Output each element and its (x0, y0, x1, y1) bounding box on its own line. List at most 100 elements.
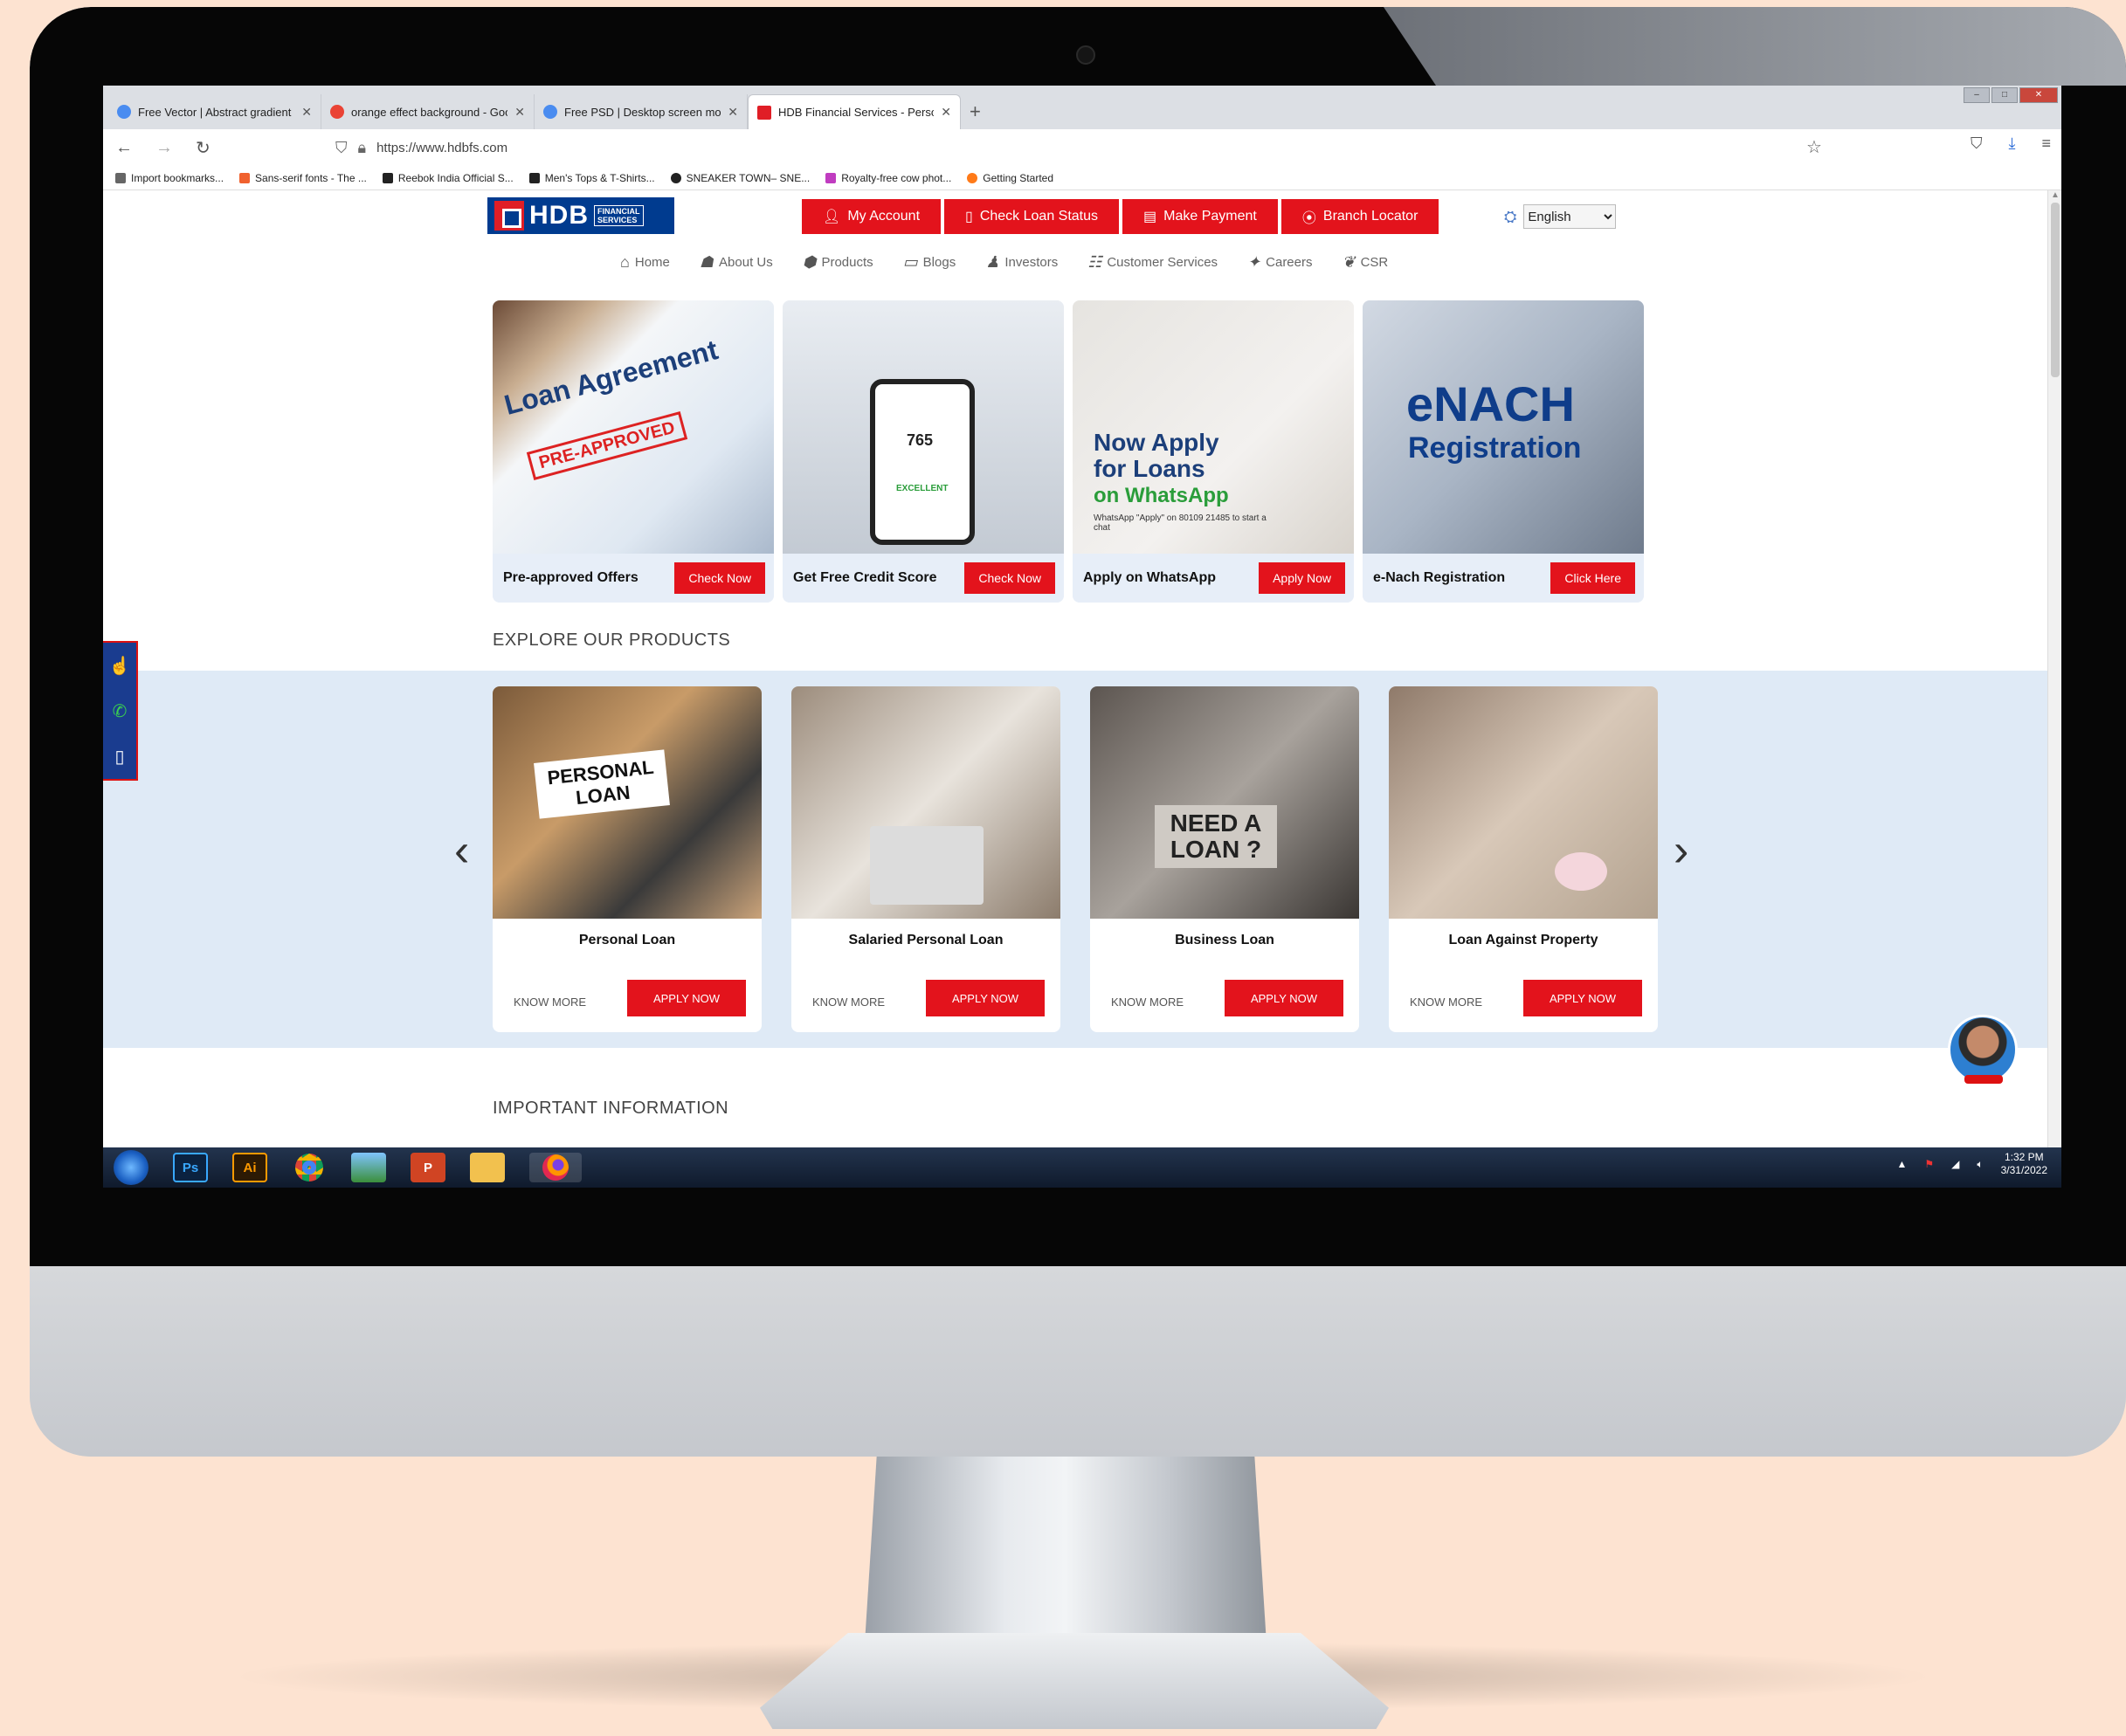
url-text: https://www.hdbfs.com (376, 140, 508, 155)
banner-pre-approved[interactable]: Loan Agreement PRE-APPROVED Pre-approved… (493, 300, 774, 603)
tab-favicon-icon (330, 105, 344, 119)
browser-tab-active[interactable]: HDB Financial Services - Person ✕ (748, 94, 961, 129)
know-more-link[interactable]: KNOW MORE (812, 995, 885, 1009)
tab-title: orange effect background - Goo (351, 105, 508, 119)
scrollbar-thumb[interactable] (2051, 203, 2060, 377)
apply-now-button[interactable]: Apply Now (1259, 562, 1345, 594)
system-tray: ▲ ⚑ ◢ 🔈︎ 1:32 PM 3/31/2022 (1897, 1151, 2047, 1177)
nav-item-careers[interactable]: ✦ Careers (1247, 253, 1312, 272)
branch-locator-button[interactable]: ⦿ Branch Locator (1280, 199, 1439, 234)
tab-close-icon[interactable]: ✕ (728, 105, 738, 120)
career-icon: ✦ (1247, 253, 1261, 271)
chevron-right-icon[interactable]: › (1674, 824, 1688, 877)
illustrator-taskbar-icon[interactable]: Ai (232, 1153, 267, 1182)
check-now-button[interactable]: Check Now (964, 562, 1055, 594)
pocket-icon[interactable]: ⛉ (1971, 134, 1983, 153)
apply-now-button[interactable]: APPLY NOW (926, 980, 1045, 1016)
product-card[interactable]: NEED A LOAN ? Business Loan KNOW MORE AP… (1090, 686, 1359, 1032)
windows-taskbar: Ps Ai P ▲ ⚑ ◢ 🔈︎ 1:32 PM 3/31/2022 (103, 1147, 2061, 1188)
click-here-button[interactable]: Click Here (1550, 562, 1635, 594)
know-more-link[interactable]: KNOW MORE (1111, 995, 1184, 1009)
logo-mark-icon (494, 201, 524, 231)
nav-item-home[interactable]: ⌂ Home (620, 253, 670, 272)
apply-now-button[interactable]: APPLY NOW (1523, 980, 1642, 1016)
banner-enach[interactable]: eNACH Registration e-Nach Registration C… (1363, 300, 1644, 603)
photoshop-taskbar-icon[interactable]: Ps (173, 1153, 208, 1182)
clock[interactable]: 1:32 PM 3/31/2022 (2001, 1151, 2047, 1177)
banner-art-text: on WhatsApp (1094, 484, 1229, 507)
bookmark-item[interactable]: Getting Started (967, 172, 1053, 184)
hdb-logo[interactable]: HDB FINANCIAL SERVICES (487, 197, 674, 234)
volume-icon[interactable]: 🔈︎ (1977, 1158, 1983, 1171)
bookmark-item[interactable]: Import bookmarks... (115, 172, 224, 184)
tab-title: Free Vector | Abstract gradient (138, 105, 292, 119)
bookmark-item[interactable]: Sans-serif fonts - The ... (239, 172, 367, 184)
forward-icon[interactable]: → (155, 138, 173, 158)
banner-credit-score[interactable]: 765 EXCELLENT Get Free Credit Score Chec… (783, 300, 1064, 603)
product-image (791, 686, 1060, 919)
bookmark-item[interactable]: Reebok India Official S... (382, 172, 514, 184)
photos-taskbar-icon[interactable] (351, 1153, 386, 1182)
browser-tab[interactable]: Free Vector | Abstract gradient ✕ (108, 94, 321, 129)
product-card[interactable]: Salaried Personal Loan KNOW MORE APPLY N… (791, 686, 1060, 1032)
check-now-button[interactable]: Check Now (674, 562, 765, 594)
start-button[interactable] (114, 1150, 148, 1185)
products-carousel: ‹ › PERSONAL LOAN Personal Loan KNOW MOR… (103, 671, 2047, 1048)
whatsapp-icon[interactable]: ✆ (113, 700, 128, 722)
know-more-link[interactable]: KNOW MORE (1410, 995, 1482, 1009)
close-window-button[interactable]: ✕ (2019, 87, 2058, 103)
apply-now-button[interactable]: APPLY NOW (627, 980, 746, 1016)
document-icon: ▯ (965, 210, 973, 224)
bookmark-item[interactable]: Men's Tops & T-Shirts... (528, 172, 655, 184)
nav-item-investors[interactable]: ♟ Investors (985, 253, 1058, 272)
tab-close-icon[interactable]: ✕ (301, 105, 312, 120)
language-select[interactable]: English (1523, 204, 1617, 229)
nav-item-csr[interactable]: ❦ CSR (1343, 253, 1389, 272)
download-icon[interactable]: ⤓ (2009, 134, 2016, 153)
product-card[interactable]: Loan Against Property KNOW MORE APPLY NO… (1389, 686, 1658, 1032)
address-bar[interactable]: ⛉ 🔒︎ https://www.hdbfs.com (335, 134, 1471, 161)
tab-close-icon[interactable]: ✕ (941, 105, 951, 120)
reload-icon[interactable]: ↻ (196, 137, 211, 159)
make-payment-button[interactable]: ▤ Make Payment (1122, 199, 1278, 234)
menu-icon[interactable]: ≡ (2041, 134, 2051, 153)
chrome-taskbar-icon[interactable] (292, 1153, 327, 1182)
bookmark-star-icon[interactable]: ☆ (1806, 136, 1822, 158)
product-card[interactable]: PERSONAL LOAN Personal Loan KNOW MORE AP… (493, 686, 762, 1032)
nav-item-customer-services[interactable]: ☷ Customer Services (1087, 253, 1218, 272)
shield-icon: ⛉ (335, 138, 348, 156)
browser-tab[interactable]: Free PSD | Desktop screen moc ✕ (535, 94, 748, 129)
check-loan-status-button[interactable]: ▯ Check Loan Status (944, 199, 1120, 234)
product-art-text: NEED A LOAN ? (1155, 805, 1277, 868)
maximize-button[interactable]: □ (1991, 87, 2018, 103)
banner-label: e-Nach Registration (1373, 570, 1506, 585)
powerpoint-taskbar-icon[interactable]: P (411, 1153, 445, 1182)
file-explorer-taskbar-icon[interactable] (470, 1153, 505, 1182)
firefox-taskbar-icon[interactable] (529, 1153, 582, 1182)
my-account-button[interactable]: 👤︎ My Account (802, 199, 942, 234)
chat-assistant-avatar[interactable] (1948, 1015, 2018, 1085)
nav-item-blogs[interactable]: ▭ Blogs (903, 253, 956, 272)
page-scrollbar[interactable]: ▲ (2047, 190, 2061, 1147)
section-title: EXPLORE OUR PRODUCTS (493, 630, 731, 650)
apply-now-button[interactable]: APPLY NOW (1225, 980, 1343, 1016)
new-tab-button[interactable]: + (970, 94, 981, 129)
tab-close-icon[interactable]: ✕ (514, 105, 525, 120)
flag-icon[interactable]: ⚑ (1924, 1158, 1934, 1170)
bookmark-item[interactable]: SNEAKER TOWN– SNE... (670, 172, 810, 184)
know-more-link[interactable]: KNOW MORE (514, 995, 586, 1009)
nav-item-about-us[interactable]: ☗ About Us (700, 253, 773, 272)
scroll-up-icon[interactable]: ▲ (2051, 190, 2060, 200)
back-icon[interactable]: ← (115, 138, 133, 158)
language-selector: ⛭ English (1504, 204, 1617, 229)
nav-item-products[interactable]: ⬢ Products (803, 253, 873, 272)
tray-arrow-icon[interactable]: ▲ (1897, 1158, 1908, 1170)
hand-pointer-icon[interactable]: ☝ (109, 655, 131, 677)
bookmark-item[interactable]: Royalty-free cow phot... (825, 172, 951, 184)
chevron-left-icon[interactable]: ‹ (454, 824, 469, 877)
minimize-button[interactable]: – (1964, 87, 1990, 103)
browser-tab[interactable]: orange effect background - Goo ✕ (321, 94, 535, 129)
mobile-download-icon[interactable]: ▯ (114, 746, 124, 768)
banner-whatsapp[interactable]: Now Apply for Loans on WhatsApp WhatsApp… (1073, 300, 1354, 603)
network-icon[interactable]: ◢ (1951, 1158, 1959, 1170)
